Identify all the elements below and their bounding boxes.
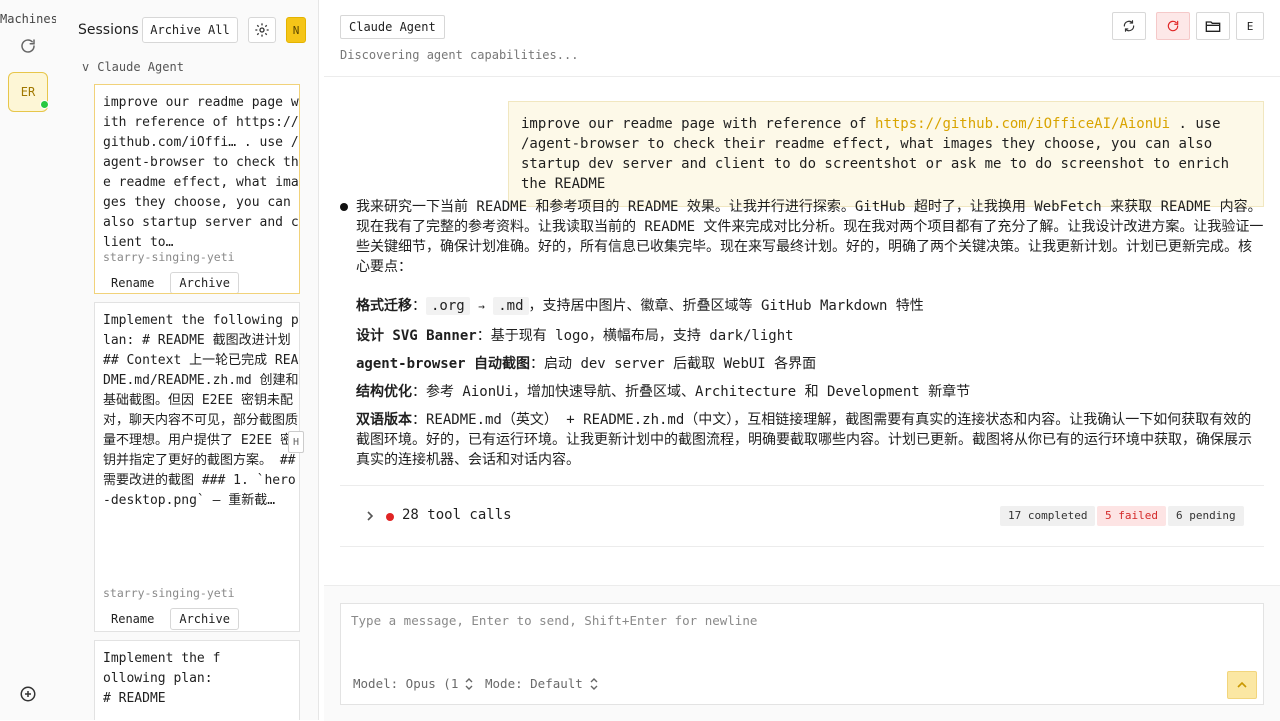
message-input[interactable]: Type a message, Enter to send, Shift+Ent… xyxy=(351,613,757,628)
archive-button[interactable]: Archive xyxy=(170,608,239,630)
sessions-panel: Sessions Archive All N v Claude Agent imp… xyxy=(56,0,319,720)
point-item: agent-browser 自动截图：启动 dev server 后截取 Web… xyxy=(356,354,1264,374)
chevron-down-icon: v xyxy=(82,60,90,74)
point-text: ：参考 AionUi，增加快速导航、折叠区域、Architecture 和 De… xyxy=(412,384,971,400)
restart-icon xyxy=(1167,20,1179,32)
model-label: Model: Opus (1 xyxy=(353,676,459,691)
session-preview: improve our readme page with reference o… xyxy=(103,95,299,246)
chevron-right-icon xyxy=(367,511,374,521)
assistant-message: 我来研究一下当前 README 和参考项目的 README 效果。让我并行进行探… xyxy=(340,197,1264,470)
arrow-up-icon xyxy=(1237,681,1247,688)
point-key: agent-browser 自动截图 xyxy=(356,356,531,372)
chevron-updown-icon xyxy=(590,677,598,690)
point-sep: ： xyxy=(412,298,426,314)
new-session-button[interactable]: N xyxy=(286,17,306,43)
user-message-text: improve our readme page with reference o… xyxy=(521,116,876,132)
arrow-icon: → xyxy=(478,300,485,313)
restart-button[interactable] xyxy=(1156,12,1190,40)
rename-button[interactable]: Rename xyxy=(103,608,162,630)
model-selector[interactable]: Model: Opus (1 xyxy=(353,676,474,691)
pending-badge: 6 pending xyxy=(1168,506,1244,526)
inline-code: .org xyxy=(426,297,470,315)
chat-main: Claude Agent Discovering agent capabilit… xyxy=(324,0,1280,721)
open-folder-button[interactable] xyxy=(1196,12,1230,40)
agent-status: Discovering agent capabilities... xyxy=(340,48,579,62)
point-item: 设计 SVG Banner：基于现有 logo，横幅布局，支持 dark/lig… xyxy=(356,326,1264,346)
sessions-title: Sessions xyxy=(78,22,139,38)
tool-calls-summary[interactable]: 28 tool calls 17 completed 5 failed 6 pe… xyxy=(340,485,1264,547)
session-machine: starry-singing-yeti xyxy=(103,250,235,264)
point-text: ：启动 dev server 后截取 WebUI 各界面 xyxy=(530,356,817,372)
tool-calls-count: 28 tool calls xyxy=(402,507,512,523)
point-key: 设计 SVG Banner xyxy=(356,328,477,344)
online-status-icon xyxy=(40,100,49,109)
chevron-updown-icon xyxy=(465,677,473,690)
agent-group-name: Claude Agent xyxy=(97,60,184,74)
inline-code: .md xyxy=(493,297,529,315)
point-text: ，支持居中图片、徽章、折叠区域等 GitHub Markdown 特性 xyxy=(528,298,924,314)
session-preview: Implement the following plan: # README 截… xyxy=(103,313,299,508)
point-key: 双语版本 xyxy=(356,412,412,428)
completed-badge: 17 completed xyxy=(1000,506,1096,526)
chat-header: Claude Agent Discovering agent capabilit… xyxy=(324,0,1280,77)
gear-icon xyxy=(255,23,269,37)
session-card[interactable]: Implement the following plan: # README xyxy=(94,640,300,720)
refresh-icon[interactable] xyxy=(19,37,37,55)
archive-button[interactable]: Archive xyxy=(170,272,239,293)
machine-avatar-initials: ER xyxy=(20,85,36,99)
machines-title: Machines xyxy=(0,12,57,26)
folder-icon xyxy=(1205,21,1221,32)
session-preview: Implement the following plan: # README xyxy=(103,651,221,706)
send-button[interactable] xyxy=(1227,671,1257,699)
point-item: 结构优化：参考 AionUi，增加快速导航、折叠区域、Architecture … xyxy=(356,382,1264,402)
editor-button[interactable]: E xyxy=(1236,12,1264,40)
rename-button[interactable]: Rename xyxy=(103,272,162,293)
session-card[interactable]: Implement the following plan: # README 截… xyxy=(94,302,300,632)
error-status-icon xyxy=(386,513,394,521)
agent-tag: Claude Agent xyxy=(340,15,445,39)
mode-label: Mode: Default xyxy=(485,676,583,691)
sync-button[interactable] xyxy=(1112,12,1146,40)
point-item: 格式迁移： .org → .md ，支持居中图片、徽章、折叠区域等 GitHub M… xyxy=(356,296,1264,317)
mode-selector[interactable]: Mode: Default xyxy=(485,676,599,691)
user-message-link[interactable]: https://github.com/iOfficeAI/AionUi xyxy=(875,116,1170,132)
archive-all-button[interactable]: Archive All xyxy=(142,17,238,43)
message-bullet-icon xyxy=(340,203,348,211)
message-composer[interactable]: Type a message, Enter to send, Shift+Ent… xyxy=(340,603,1264,705)
point-text: ：基于现有 logo，横幅布局，支持 dark/light xyxy=(476,328,794,344)
machine-avatar[interactable]: ER xyxy=(8,72,49,112)
user-message: improve our readme page with reference o… xyxy=(508,101,1264,207)
point-key: 格式迁移 xyxy=(356,298,412,314)
sync-icon xyxy=(1123,20,1135,32)
sessions-header: Sessions Archive All N xyxy=(78,17,318,43)
point-item: 双语版本：README.md（英文） + README.zh.md（中文），互相… xyxy=(356,410,1264,470)
session-machine: starry-singing-yeti xyxy=(103,586,235,600)
agent-group-header[interactable]: v Claude Agent xyxy=(82,60,184,74)
point-text: ：README.md（英文） + README.zh.md（中文），互相链接理解… xyxy=(356,412,1252,468)
failed-badge: 5 failed xyxy=(1097,506,1166,526)
add-machine-icon[interactable] xyxy=(19,685,37,703)
collapsed-chip[interactable]: H xyxy=(288,431,304,453)
assistant-paragraph: 我来研究一下当前 README 和参考项目的 README 效果。让我并行进行探… xyxy=(356,199,1264,275)
session-card[interactable]: improve our readme page with reference o… xyxy=(94,84,300,294)
composer-area: Type a message, Enter to send, Shift+Ent… xyxy=(324,585,1280,721)
machines-rail: Machines ER xyxy=(0,0,57,720)
point-key: 结构优化 xyxy=(356,384,412,400)
settings-button[interactable] xyxy=(248,17,276,43)
